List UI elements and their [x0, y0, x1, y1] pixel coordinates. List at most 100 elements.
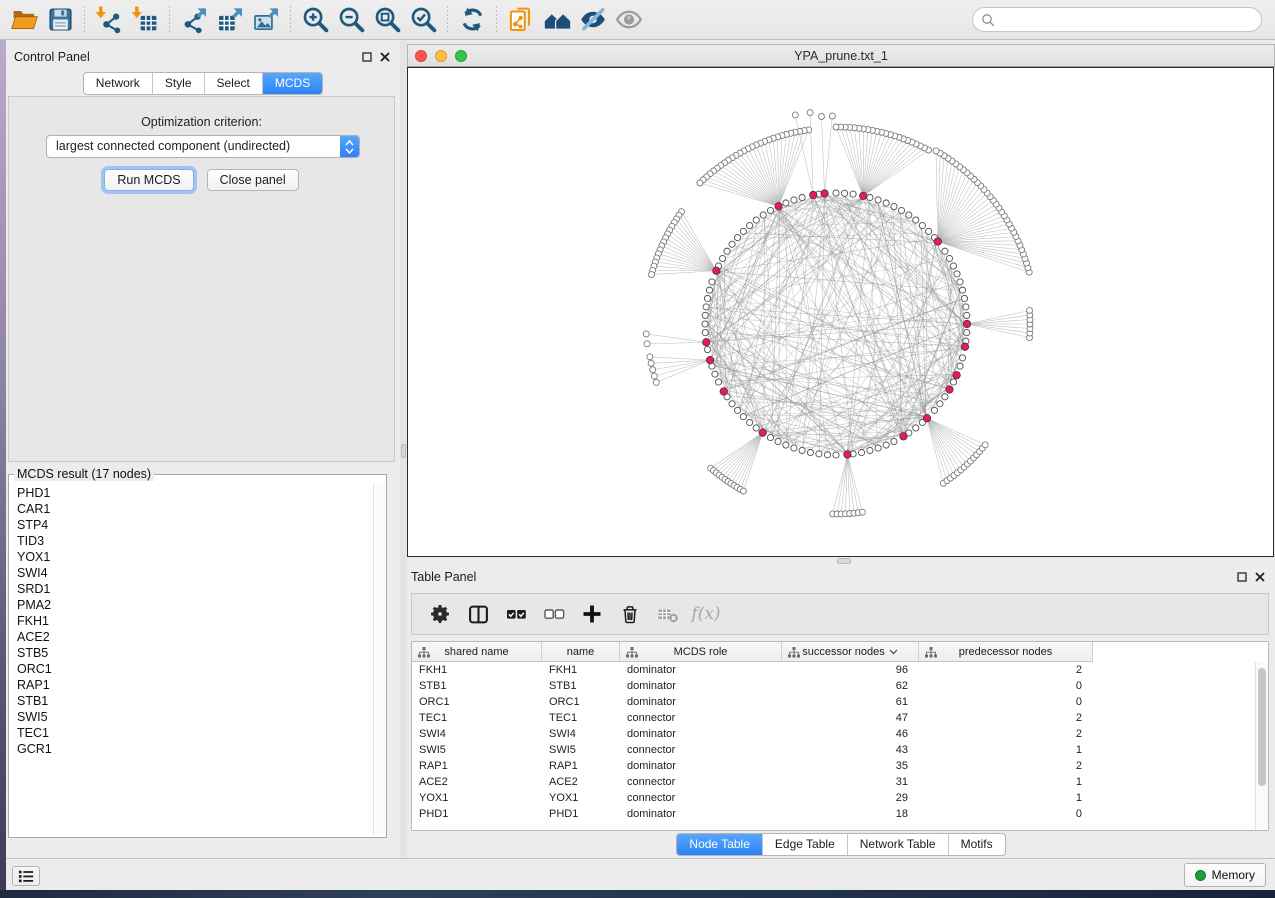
show-hidden-button[interactable] [611, 4, 647, 36]
mcds-result-item[interactable]: FKH1 [17, 613, 372, 629]
network-window-titlebar[interactable]: YPA_prune.txt_1 [407, 44, 1275, 67]
toolbar-separator [169, 6, 170, 34]
deselect-all-button[interactable] [538, 598, 570, 630]
zoom-fit-button[interactable] [369, 4, 405, 36]
tab-network-table[interactable]: Network Table [848, 834, 949, 855]
column-label: MCDS role [674, 646, 728, 658]
table-row[interactable]: FKH1FKH1dominator962 [412, 662, 1255, 678]
delete-table-icon [657, 605, 679, 624]
zoom-selected-button[interactable] [405, 4, 441, 36]
mcds-result-item[interactable]: TID3 [17, 533, 372, 549]
tab-node-table[interactable]: Node Table [677, 834, 763, 855]
column-header-shared-name[interactable]: shared name [412, 642, 542, 662]
cell-successor_nodes: 18 [782, 806, 919, 822]
table-row[interactable]: ACE2ACE2connector311 [412, 774, 1255, 790]
gear-button[interactable] [424, 598, 456, 630]
close-table-panel-icon[interactable] [1255, 572, 1265, 582]
mcds-result-item[interactable]: SWI5 [17, 709, 372, 725]
mcds-result-item[interactable]: STP4 [17, 517, 372, 533]
table-row[interactable]: RAP1RAP1dominator352 [412, 758, 1255, 774]
export-table-button[interactable] [212, 4, 248, 36]
mcds-result-item[interactable]: ORC1 [17, 661, 372, 677]
mcds-result-item[interactable]: STB5 [17, 645, 372, 661]
minimize-window-button[interactable] [435, 50, 447, 62]
column-header-name[interactable]: name [542, 642, 620, 662]
mcds-result-title: MCDS result (17 nodes) [14, 467, 154, 481]
network-canvas[interactable] [407, 67, 1274, 557]
add-button[interactable] [576, 598, 608, 630]
tab-mcds[interactable]: MCDS [263, 73, 322, 94]
vertical-splitter[interactable] [400, 40, 407, 858]
close-panel-icon[interactable] [380, 52, 390, 62]
mcds-result-item[interactable]: ACE2 [17, 629, 372, 645]
close-panel-button[interactable]: Close panel [207, 169, 299, 191]
tab-motifs[interactable]: Motifs [949, 834, 1005, 855]
table-row[interactable]: PHD1PHD1dominator180 [412, 806, 1255, 822]
float-panel-icon[interactable] [362, 52, 372, 62]
select-all-button[interactable] [500, 598, 532, 630]
search-input[interactable] [995, 10, 1261, 30]
mcds-result-item[interactable]: STB1 [17, 693, 372, 709]
toolbar-separator [290, 6, 291, 34]
import-table-button[interactable] [127, 4, 163, 36]
run-mcds-button[interactable]: Run MCDS [104, 169, 193, 191]
mcds-result-item[interactable]: TEC1 [17, 725, 372, 741]
zoom-out-button[interactable] [333, 4, 369, 36]
hide-selected-button[interactable] [575, 4, 611, 36]
delete-button[interactable] [614, 598, 646, 630]
mcds-result-item[interactable]: GCR1 [17, 741, 372, 757]
export-network-button[interactable] [176, 4, 212, 36]
refresh-icon [458, 5, 487, 34]
save-button[interactable] [42, 4, 78, 36]
tab-edge-table[interactable]: Edge Table [763, 834, 848, 855]
mcds-result-item[interactable]: SRD1 [17, 581, 372, 597]
splitter-grip[interactable] [401, 444, 406, 458]
table-row[interactable]: TEC1TEC1connector472 [412, 710, 1255, 726]
mcds-result-item[interactable]: SWI4 [17, 565, 372, 581]
mcds-result-item[interactable]: RAP1 [17, 677, 372, 693]
search-box[interactable] [972, 7, 1262, 32]
zoom-window-button[interactable] [455, 50, 467, 62]
table-row[interactable]: ORC1ORC1dominator610 [412, 694, 1255, 710]
column-header-successor-nodes[interactable]: successor nodes [782, 642, 919, 662]
open-folder-button[interactable] [6, 4, 42, 36]
mcds-list-scrollbar[interactable] [373, 483, 385, 835]
float-table-panel-icon[interactable] [1237, 572, 1247, 582]
import-network-button[interactable] [91, 4, 127, 36]
criterion-select[interactable]: largest connected component (undirected) [46, 135, 360, 158]
tab-style[interactable]: Style [153, 73, 205, 94]
table-row[interactable]: STB1STB1dominator620 [412, 678, 1255, 694]
table-row[interactable]: YOX1YOX1connector291 [412, 790, 1255, 806]
table-panel: Table Panel f(x) shared namenameMCDS rol… [407, 557, 1275, 858]
tab-select[interactable]: Select [205, 73, 263, 94]
mcds-result-item[interactable]: CAR1 [17, 501, 372, 517]
export-network-icon [180, 5, 209, 34]
table-row[interactable]: SWI5SWI5connector431 [412, 742, 1255, 758]
cell-name: SWI5 [542, 742, 620, 758]
export-image-button[interactable] [248, 4, 284, 36]
horizontal-splitter-grip[interactable] [837, 558, 851, 564]
control-panel-tab-group: NetworkStyleSelectMCDS [83, 72, 323, 95]
refresh-button[interactable] [454, 4, 490, 36]
new-network-from-selection-button[interactable] [503, 4, 539, 36]
memory-button[interactable]: Memory [1184, 863, 1266, 887]
mcds-result-item[interactable]: PHD1 [17, 485, 372, 501]
column-header-MCDS-role[interactable]: MCDS role [620, 642, 782, 662]
cell-successor_nodes: 62 [782, 678, 919, 694]
table-scrollbar[interactable] [1255, 662, 1268, 830]
bottom-panel-toggle-button[interactable] [12, 866, 40, 886]
cell-shared_name: YOX1 [412, 790, 542, 806]
close-window-button[interactable] [415, 50, 427, 62]
mcds-result-item[interactable]: PMA2 [17, 597, 372, 613]
tab-network[interactable]: Network [84, 73, 153, 94]
zoom-in-button[interactable] [297, 4, 333, 36]
table-scrollbar-thumb[interactable] [1258, 668, 1266, 786]
cell-predecessor_nodes: 1 [919, 774, 1093, 790]
home-networks-icon [542, 5, 573, 34]
mcds-result-list[interactable]: PHD1CAR1STP4TID3YOX1SWI4SRD1PMA2FKH1ACE2… [10, 483, 372, 835]
columns-button[interactable] [462, 598, 494, 630]
table-row[interactable]: SWI4SWI4dominator462 [412, 726, 1255, 742]
home-networks-button[interactable] [539, 4, 575, 36]
column-header-predecessor-nodes[interactable]: predecessor nodes [919, 642, 1093, 662]
mcds-result-item[interactable]: YOX1 [17, 549, 372, 565]
